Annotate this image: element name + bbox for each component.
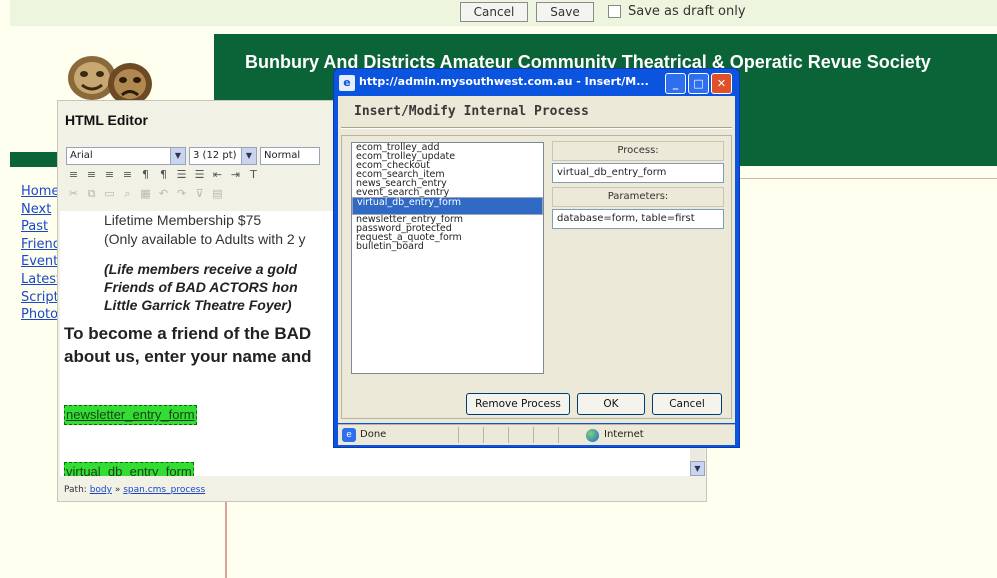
maximize-button[interactable]: □ [688, 73, 709, 94]
minimize-button[interactable]: _ [665, 73, 686, 94]
nav-link-past[interactable]: Past [21, 218, 61, 236]
text-color-icon[interactable]: T [246, 168, 261, 182]
life-members-note: Little Garrick Theatre Foyer) [104, 297, 292, 313]
align-justify-icon[interactable]: ≡ [120, 168, 135, 182]
membership-note: (Only available to Adults with 2 y [104, 231, 306, 247]
membership-line: Lifetime Membership $75 [104, 212, 262, 228]
path-separator: » [114, 485, 121, 495]
align-center-icon[interactable]: ≡ [84, 168, 99, 182]
font-family-value: Arial [70, 150, 93, 161]
outdent-icon[interactable]: ⇤ [210, 168, 225, 182]
nav-link-friends[interactable]: Friends [21, 236, 61, 254]
life-members-note: (Life members receive a gold [104, 261, 297, 277]
redo-icon[interactable]: ↷ [174, 187, 189, 201]
cancel-button[interactable]: Cancel [460, 2, 528, 22]
status-text: Done [360, 429, 387, 440]
filter-icon[interactable]: ⊽ [192, 187, 207, 201]
divider-line [706, 178, 997, 179]
nav-link-events[interactable]: Events [21, 253, 61, 271]
editor-insert-toolbar: ✂ ⧉ ▭ ⌕ ▦ ↶ ↷ ⊽ ▤ [66, 187, 225, 201]
element-path: Path: body » span.cms_process [64, 485, 205, 495]
close-button[interactable]: ✕ [711, 73, 732, 94]
life-members-note: Friends of BAD ACTORS hon [104, 279, 298, 295]
path-link-span[interactable]: span.cms_process [123, 485, 205, 495]
undo-icon[interactable]: ↶ [156, 187, 171, 201]
friend-heading: about us, enter your name and [64, 347, 312, 366]
nav-link-scripts[interactable]: Scripts [21, 289, 61, 307]
status-divider [558, 427, 559, 443]
side-navigation: Home Next Past Friends Events Latest Scr… [21, 183, 61, 324]
insert-process-dialog: e http://admin.mysouthwest.com.au - Inse… [333, 68, 740, 448]
paste-icon[interactable]: ▭ [102, 187, 117, 201]
status-divider [508, 427, 509, 443]
copy-icon[interactable]: ⧉ [84, 187, 99, 201]
dialog-titlebar[interactable]: e http://admin.mysouthwest.com.au - Inse… [338, 72, 733, 96]
font-family-select[interactable]: Arial ▼ [66, 147, 186, 165]
font-size-value: 3 (12 pt) [193, 150, 237, 161]
find-icon[interactable]: ⌕ [120, 187, 135, 201]
page-done-icon: e [342, 428, 356, 442]
dialog-title: http://admin.mysouthwest.com.au - Insert… [359, 75, 649, 88]
bullet-list-icon[interactable]: ☰ [192, 168, 207, 182]
remove-process-button[interactable]: Remove Process [466, 393, 570, 415]
process-field[interactable]: virtual_db_entry_form [552, 163, 724, 183]
process-list-item[interactable]: bulletin_board [352, 242, 543, 252]
indent-icon[interactable]: ⇥ [228, 168, 243, 182]
nav-link-home[interactable]: Home [21, 183, 61, 201]
block-format-select[interactable]: Normal [260, 147, 320, 165]
status-divider [533, 427, 534, 443]
cancel-dialog-button[interactable]: Cancel [652, 393, 722, 415]
process-tag-newsletter[interactable]: newsletter_entry_form [64, 405, 197, 425]
nav-link-latest[interactable]: Latest [21, 271, 61, 289]
image-icon[interactable]: ▤ [210, 187, 225, 201]
process-panel: ecom_trolley_add ecom_trolley_update ecom_… [341, 135, 732, 419]
process-label: Process: [552, 141, 724, 161]
align-left-icon[interactable]: ≡ [66, 168, 81, 182]
font-size-select[interactable]: 3 (12 pt) ▼ [189, 147, 257, 165]
divider-line [225, 500, 227, 578]
editor-title: HTML Editor [65, 112, 148, 128]
parameters-field[interactable]: database=form, table=first [552, 209, 724, 229]
numbered-list-icon[interactable]: ☰ [174, 168, 189, 182]
parameters-label: Parameters: [552, 187, 724, 207]
process-list[interactable]: ecom_trolley_add ecom_trolley_update ecom_… [351, 142, 544, 374]
heading-divider [341, 127, 732, 129]
dialog-heading: Insert/Modify Internal Process [354, 104, 589, 119]
ltr-icon[interactable]: ¶ [138, 168, 153, 182]
save-button[interactable]: Save [536, 2, 594, 22]
scroll-down-icon[interactable]: ▼ [690, 461, 705, 476]
internet-zone-icon [586, 429, 599, 442]
zone-text: Internet [604, 429, 644, 440]
editor-paragraph-toolbar: ≡ ≡ ≡ ≡ ¶ ¶ ☰ ☰ ⇤ ⇥ T [66, 168, 261, 182]
process-list-item[interactable]: event_search_entry [352, 188, 543, 198]
draft-only-label: Save as draft only [628, 4, 746, 19]
table-icon[interactable]: ▦ [138, 187, 153, 201]
form-action-bar: Cancel Save Save as draft only [10, 0, 997, 26]
editor-format-toolbar: Arial ▼ 3 (12 pt) ▼ Normal [66, 147, 320, 165]
process-list-item[interactable]: virtual_db_entry_form [352, 197, 543, 215]
ok-button[interactable]: OK [577, 393, 645, 415]
align-right-icon[interactable]: ≡ [102, 168, 117, 182]
dialog-body: Insert/Modify Internal Process ecom_trol… [338, 96, 735, 423]
block-format-value: Normal [264, 150, 301, 161]
chevron-down-icon: ▼ [241, 148, 256, 164]
nav-link-next[interactable]: Next [21, 201, 61, 219]
process-tag-virtual-db[interactable]: virtual_db_entry_form [64, 462, 194, 476]
dialog-statusbar: e Done Internet [338, 424, 735, 445]
draft-only-checkbox[interactable] [608, 5, 621, 18]
status-divider [458, 427, 459, 443]
path-label: Path: [64, 485, 87, 495]
rtl-icon[interactable]: ¶ [156, 168, 171, 182]
cut-icon[interactable]: ✂ [66, 187, 81, 201]
friend-heading: To become a friend of the BAD [64, 324, 312, 343]
path-link-body[interactable]: body [90, 485, 112, 495]
nav-link-photos[interactable]: Photos [21, 306, 61, 324]
status-divider [483, 427, 484, 443]
chevron-down-icon: ▼ [170, 148, 185, 164]
browser-window-icon: e [339, 75, 355, 91]
